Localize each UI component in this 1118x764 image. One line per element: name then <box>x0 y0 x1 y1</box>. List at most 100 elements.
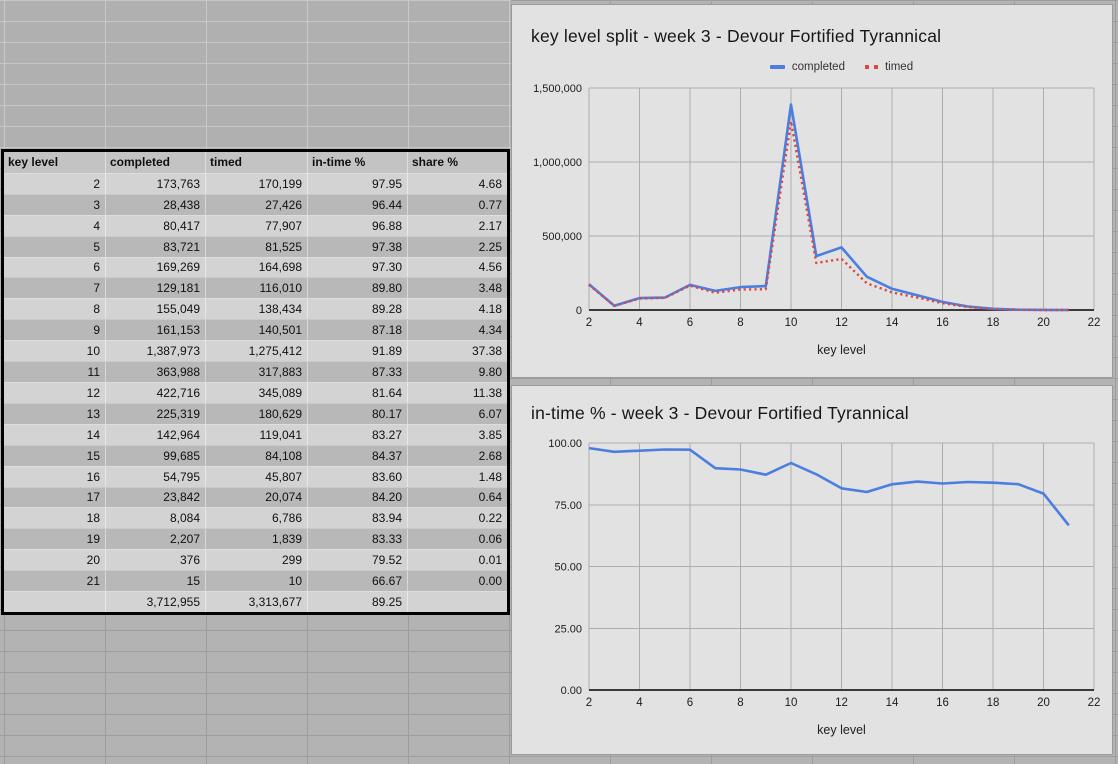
table-cell[interactable]: 97.30 <box>307 257 407 278</box>
table-cell[interactable]: 83.94 <box>307 508 407 529</box>
table-cell[interactable]: 83,721 <box>105 236 205 257</box>
table-cell[interactable]: 2.25 <box>407 236 507 257</box>
table-cell[interactable]: 17 <box>4 488 105 508</box>
table-cell[interactable]: 1.48 <box>407 466 507 487</box>
table-cell[interactable]: 79.52 <box>307 550 407 571</box>
table-cell[interactable]: 20 <box>4 550 105 570</box>
table-cell[interactable]: 81.64 <box>307 382 407 403</box>
chart-panel-key-level-split[interactable]: key level split - week 3 - Devour Fortif… <box>511 4 1113 378</box>
chart-panel-in-time-pct[interactable]: in-time % - week 3 - Devour Fortified Ty… <box>511 385 1113 755</box>
table-cell[interactable]: 8 <box>4 299 105 319</box>
table-cell[interactable]: 3 <box>4 195 105 215</box>
table-cell[interactable]: 9 <box>4 320 105 340</box>
table-cell[interactable]: 299 <box>205 550 307 571</box>
table-cell[interactable]: 45,807 <box>205 466 307 487</box>
table-cell[interactable]: 87.18 <box>307 320 407 341</box>
table-cell[interactable]: 119,041 <box>205 424 307 445</box>
column-header[interactable]: in-time % <box>307 152 407 173</box>
table-cell[interactable]: 6,786 <box>205 508 307 529</box>
table-cell[interactable]: 89.80 <box>307 278 407 299</box>
table-cell[interactable]: 37.38 <box>407 341 507 362</box>
table-cell[interactable]: 3,712,955 <box>105 592 205 612</box>
table-cell[interactable]: 1,387,973 <box>105 341 205 362</box>
table-cell[interactable]: 317,883 <box>205 362 307 382</box>
table-cell[interactable]: 2.17 <box>407 215 507 236</box>
table-cell[interactable]: 3,313,677 <box>205 592 307 612</box>
table-cell[interactable]: 363,988 <box>105 362 205 382</box>
table-cell[interactable]: 2,207 <box>105 529 205 550</box>
table-cell[interactable]: 99,685 <box>105 445 205 466</box>
table-cell[interactable]: 170,199 <box>205 173 307 194</box>
table-cell[interactable]: 129,181 <box>105 278 205 299</box>
table-cell[interactable]: 83.27 <box>307 424 407 445</box>
table-cell[interactable]: 96.44 <box>307 194 407 215</box>
table-cell[interactable]: 84.20 <box>307 487 407 508</box>
column-header[interactable]: share % <box>407 152 507 173</box>
table-cell[interactable]: 54,795 <box>105 466 205 487</box>
table-cell[interactable]: 6.07 <box>407 403 507 424</box>
table-cell[interactable]: 4.34 <box>407 320 507 341</box>
table-cell[interactable]: 164,698 <box>205 257 307 278</box>
table-cell[interactable]: 27,426 <box>205 194 307 215</box>
table-cell[interactable]: 19 <box>4 529 105 549</box>
table-cell[interactable]: 422,716 <box>105 382 205 403</box>
table-cell[interactable]: 21 <box>4 571 105 591</box>
table-cell[interactable]: 84,108 <box>205 445 307 466</box>
table-cell[interactable]: 8,084 <box>105 508 205 529</box>
table-cell[interactable]: 173,763 <box>105 173 205 194</box>
key-level-stats-table[interactable]: key level completed timed in-time % share % 2… <box>1 149 510 615</box>
table-cell[interactable]: 140,501 <box>205 320 307 341</box>
table-cell[interactable]: 97.38 <box>307 236 407 257</box>
table-cell[interactable]: 169,269 <box>105 257 205 278</box>
table-cell[interactable]: 1,839 <box>205 529 307 550</box>
table-cell[interactable] <box>4 592 105 612</box>
table-cell[interactable]: 7 <box>4 278 105 298</box>
table-cell[interactable]: 15 <box>4 446 105 466</box>
table-cell[interactable]: 6 <box>4 258 105 278</box>
table-cell[interactable]: 2.68 <box>407 445 507 466</box>
table-cell[interactable]: 66.67 <box>307 571 407 592</box>
table-cell[interactable]: 0.00 <box>407 571 507 592</box>
table-cell[interactable]: 138,434 <box>205 299 307 320</box>
table-cell[interactable]: 97.95 <box>307 173 407 194</box>
table-cell[interactable]: 5 <box>4 237 105 257</box>
table-cell[interactable]: 161,153 <box>105 320 205 341</box>
table-cell[interactable]: 20,074 <box>205 487 307 508</box>
table-cell[interactable]: 2 <box>4 174 105 194</box>
table-cell[interactable]: 3.85 <box>407 424 507 445</box>
table-cell[interactable]: 14 <box>4 425 105 445</box>
table-cell[interactable]: 11.38 <box>407 382 507 403</box>
table-cell[interactable]: 80,417 <box>105 215 205 236</box>
table-cell[interactable]: 0.06 <box>407 529 507 550</box>
table-cell[interactable]: 83.60 <box>307 466 407 487</box>
table-cell[interactable]: 12 <box>4 383 105 403</box>
table-cell[interactable]: 4.18 <box>407 299 507 320</box>
table-cell[interactable]: 89.25 <box>307 592 407 612</box>
table-cell[interactable]: 18 <box>4 508 105 528</box>
table-cell[interactable]: 155,049 <box>105 299 205 320</box>
table-cell[interactable]: 28,438 <box>105 194 205 215</box>
spreadsheet-grid-upper[interactable] <box>0 0 511 149</box>
table-cell[interactable] <box>407 592 507 612</box>
table-cell[interactable]: 4.68 <box>407 173 507 194</box>
table-cell[interactable]: 180,629 <box>205 403 307 424</box>
table-cell[interactable]: 0.77 <box>407 194 507 215</box>
table-cell[interactable]: 0.01 <box>407 550 507 571</box>
table-cell[interactable]: 4 <box>4 216 105 236</box>
table-cell[interactable]: 84.37 <box>307 445 407 466</box>
table-cell[interactable]: 11 <box>4 362 105 382</box>
table-cell[interactable]: 0.64 <box>407 487 507 508</box>
table-cell[interactable]: 225,319 <box>105 403 205 424</box>
column-header[interactable]: timed <box>205 152 307 173</box>
table-cell[interactable]: 96.88 <box>307 215 407 236</box>
column-header[interactable]: key level <box>4 152 105 173</box>
table-cell[interactable]: 13 <box>4 404 105 424</box>
table-cell[interactable]: 83.33 <box>307 529 407 550</box>
table-cell[interactable]: 77,907 <box>205 215 307 236</box>
table-cell[interactable]: 345,089 <box>205 382 307 403</box>
table-cell[interactable]: 10 <box>4 341 105 361</box>
table-cell[interactable]: 80.17 <box>307 403 407 424</box>
table-cell[interactable]: 376 <box>105 550 205 571</box>
table-cell[interactable]: 4.56 <box>407 257 507 278</box>
table-cell[interactable]: 23,842 <box>105 487 205 508</box>
